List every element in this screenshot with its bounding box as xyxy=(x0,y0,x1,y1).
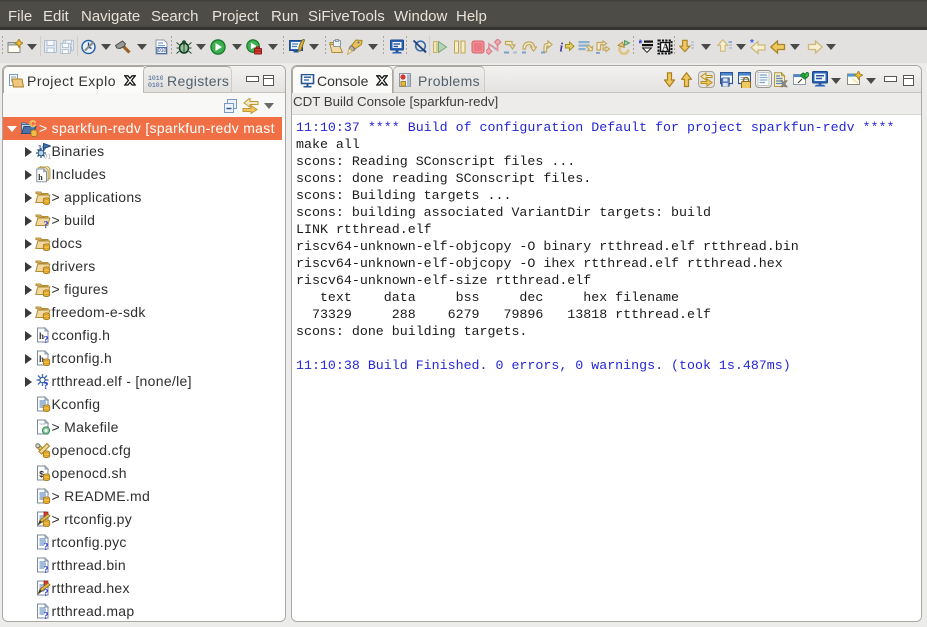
svg-text:?: ? xyxy=(44,335,49,344)
svg-text:?: ? xyxy=(44,542,49,551)
svg-text:?: ? xyxy=(44,220,49,229)
svg-text:0101: 0101 xyxy=(148,82,163,88)
svg-text:010: 010 xyxy=(158,48,167,54)
svg-text:h: h xyxy=(38,173,43,182)
svg-text:?: ? xyxy=(44,381,49,390)
svg-text:C: C xyxy=(30,119,37,129)
svg-text:A: A xyxy=(662,43,670,54)
svg-text:?: ? xyxy=(44,588,49,597)
svg-text:?: ? xyxy=(44,611,49,620)
svg-text:?: ? xyxy=(44,565,49,574)
svg-text:i: i xyxy=(560,40,564,55)
svg-text:01: 01 xyxy=(44,155,51,161)
svg-text:*: * xyxy=(750,39,754,49)
svg-text:1010: 1010 xyxy=(148,75,163,82)
